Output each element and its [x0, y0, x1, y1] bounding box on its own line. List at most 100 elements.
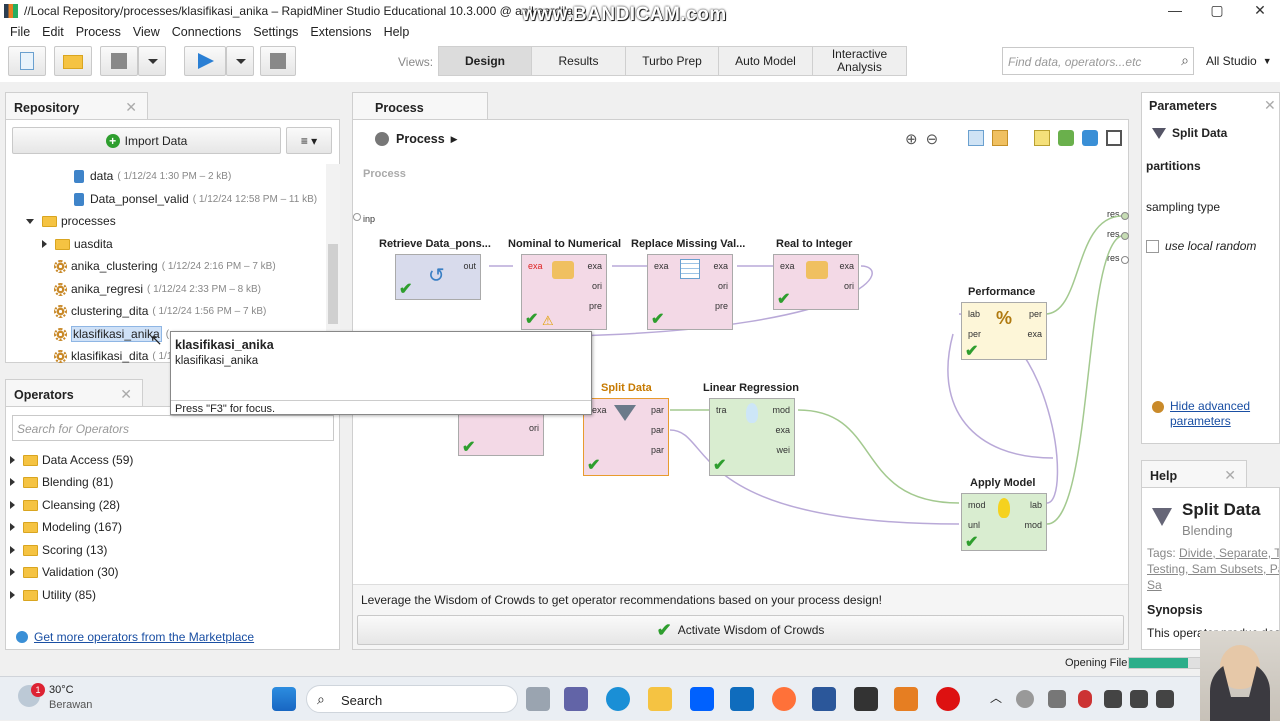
- minimize-icon[interactable]: —: [1160, 2, 1190, 18]
- operators-tab[interactable]: Operators ✕: [5, 379, 143, 407]
- split-data-operator[interactable]: exa par par par ✔: [583, 398, 669, 476]
- task-view-icon[interactable]: [526, 687, 550, 711]
- list-item[interactable]: anika_clustering( 1/12/24 2:16 PM – 7 kB…: [54, 259, 276, 273]
- open-button[interactable]: [54, 46, 92, 76]
- linear-regression-operator[interactable]: tra mod exa wei ✔: [709, 398, 795, 476]
- amazon-icon[interactable]: [854, 687, 878, 711]
- fit-to-screen-icon[interactable]: [1106, 130, 1123, 146]
- menu-file[interactable]: File: [10, 25, 30, 39]
- hide-advanced-link[interactable]: Hide advanced parameters: [1152, 399, 1270, 429]
- stop-button[interactable]: [260, 46, 296, 76]
- process-tab[interactable]: Process: [352, 92, 488, 120]
- caret-right-icon[interactable]: [10, 501, 15, 509]
- list-item[interactable]: Data_ponsel_valid( 1/12/24 12:58 PM – 11…: [74, 192, 317, 206]
- caret-right-icon[interactable]: [10, 591, 15, 599]
- dropbox-icon[interactable]: [690, 687, 714, 711]
- menu-settings[interactable]: Settings: [253, 25, 298, 39]
- repository-tab[interactable]: Repository ✕: [5, 92, 148, 120]
- windows-start-icon[interactable]: [272, 687, 296, 711]
- performance-operator[interactable]: lab per % per exa ✔: [961, 302, 1047, 360]
- tab-turbo-prep[interactable]: Turbo Prep: [625, 46, 719, 76]
- auto-wire-icon[interactable]: [1058, 130, 1075, 146]
- menu-view[interactable]: View: [133, 25, 160, 39]
- arrange-icon[interactable]: [1082, 130, 1099, 146]
- repository-menu-button[interactable]: ≡ ▾: [286, 127, 332, 154]
- import-data-button[interactable]: + Import Data: [12, 127, 281, 154]
- zoom-in-icon[interactable]: ⊕: [905, 130, 918, 148]
- run-dropdown-button[interactable]: [226, 46, 254, 76]
- tab-design[interactable]: Design: [438, 46, 532, 76]
- menu-connections[interactable]: Connections: [172, 25, 242, 39]
- caret-right-icon[interactable]: [10, 456, 15, 464]
- maximize-icon[interactable]: ▢: [1202, 2, 1232, 19]
- close-operators-icon[interactable]: ✕: [120, 386, 132, 403]
- wifi-icon[interactable]: [1104, 690, 1122, 708]
- caret-down-icon[interactable]: [26, 218, 34, 224]
- menu-process[interactable]: Process: [76, 25, 121, 39]
- add-note-icon[interactable]: [1034, 130, 1051, 146]
- list-item[interactable]: clustering_dita( 1/12/24 1:56 PM – 7 kB): [54, 304, 266, 318]
- operator-group[interactable]: Blending (81): [10, 475, 113, 489]
- global-search-input[interactable]: Find data, operators...etc ⌕: [1002, 47, 1194, 75]
- menu-edit[interactable]: Edit: [42, 25, 64, 39]
- chevron-up-icon[interactable]: ︿: [990, 689, 1002, 706]
- run-button[interactable]: [184, 46, 226, 76]
- caret-right-icon[interactable]: [10, 523, 15, 531]
- list-item[interactable]: klasifikasi_dita( 1/1: [54, 349, 172, 363]
- use-local-random-checkbox[interactable]: use local random: [1146, 239, 1256, 253]
- real-to-integer-operator[interactable]: exa exa ori ✔: [773, 254, 859, 310]
- caret-right-icon[interactable]: [10, 546, 15, 554]
- edge-icon[interactable]: [606, 687, 630, 711]
- microphone-icon[interactable]: [1078, 690, 1092, 708]
- breadcrumb[interactable]: Process ▶: [375, 132, 458, 146]
- activate-wisdom-button[interactable]: ✔ Activate Wisdom of Crowds: [357, 615, 1124, 645]
- battery-icon[interactable]: [1156, 690, 1174, 708]
- operator-group[interactable]: Cleansing (28): [10, 498, 120, 512]
- file-explorer-icon[interactable]: [648, 687, 672, 711]
- taskbar-search[interactable]: ⌕ Search: [306, 685, 518, 713]
- operator-group[interactable]: Validation (30): [10, 565, 119, 579]
- replace-missing-values-operator[interactable]: exa exa ori pre ✔: [647, 254, 733, 330]
- caret-right-icon[interactable]: [10, 478, 15, 486]
- zoom-out-icon[interactable]: ⊖: [926, 130, 939, 148]
- sync-icon[interactable]: [1048, 690, 1066, 708]
- firefox-icon[interactable]: [772, 687, 796, 711]
- word-icon[interactable]: [812, 687, 836, 711]
- apply-model-operator[interactable]: mod unl lab mod ✔: [961, 493, 1047, 551]
- close-repository-icon[interactable]: ✕: [125, 99, 137, 116]
- list-item[interactable]: anika_regresi( 1/12/24 2:33 PM – 8 kB): [54, 282, 261, 296]
- save-dropdown-button[interactable]: [138, 46, 166, 76]
- operator-group[interactable]: Scoring (13): [10, 543, 107, 557]
- bandicam-record-icon[interactable]: [936, 687, 960, 711]
- close-help-icon[interactable]: ✕: [1224, 467, 1236, 484]
- list-item[interactable]: uasdita: [42, 237, 113, 251]
- marketplace-link[interactable]: Get more operators from the Marketplace: [16, 630, 254, 644]
- volume-icon[interactable]: [1130, 690, 1148, 708]
- mail-icon[interactable]: [730, 687, 754, 711]
- list-item[interactable]: data( 1/12/24 1:30 PM – 2 kB): [74, 169, 231, 183]
- tab-auto-model[interactable]: Auto Model: [718, 46, 813, 76]
- rapidminer-taskbar-icon[interactable]: [894, 687, 918, 711]
- operator-search-input[interactable]: Search for Operators: [12, 415, 334, 441]
- studio-select[interactable]: All Studio ▼: [1200, 47, 1274, 75]
- help-tab[interactable]: Help ✕: [1141, 460, 1247, 488]
- tab-results[interactable]: Results: [531, 46, 626, 76]
- caret-right-icon[interactable]: [42, 240, 47, 248]
- retrieve-operator[interactable]: ↺ out ✔: [395, 254, 481, 300]
- operator-group[interactable]: Data Access (59): [10, 453, 133, 467]
- menu-help[interactable]: Help: [384, 25, 410, 39]
- nominal-to-numerical-operator[interactable]: exa exa ori pre ✔ ⚠: [521, 254, 607, 330]
- operator-group[interactable]: Modeling (167): [10, 520, 122, 534]
- tab-interactive-analysis[interactable]: Interactive Analysis: [812, 46, 907, 76]
- close-parameters-icon[interactable]: ✕: [1264, 97, 1276, 114]
- checkbox-box[interactable]: [1146, 239, 1159, 253]
- caret-right-icon[interactable]: [10, 568, 15, 576]
- menu-extensions[interactable]: Extensions: [310, 25, 371, 39]
- list-item[interactable]: processes: [26, 214, 116, 228]
- cloud-icon[interactable]: [1016, 690, 1034, 708]
- new-process-button[interactable]: [8, 46, 46, 76]
- paste-icon[interactable]: [992, 130, 1009, 146]
- teams-icon[interactable]: [564, 687, 588, 711]
- operator-group[interactable]: Utility (85): [10, 588, 96, 602]
- save-button[interactable]: [100, 46, 138, 76]
